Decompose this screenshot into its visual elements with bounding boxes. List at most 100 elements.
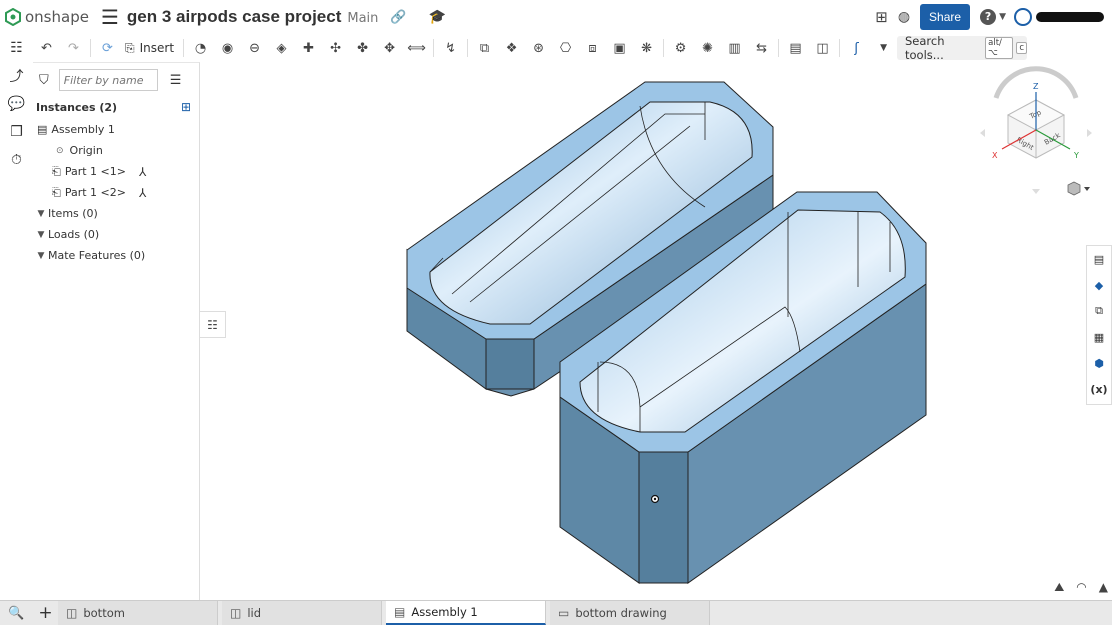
explode-icon[interactable]: ▣ [609, 37, 631, 59]
view-options-icon[interactable] [1067, 181, 1090, 196]
history-icon[interactable]: ⏱ [0, 146, 33, 174]
properties-icon[interactable]: ▤ [1087, 246, 1111, 272]
parts-icon[interactable]: ❒ [0, 118, 33, 146]
add-tab-icon[interactable]: + [33, 603, 58, 623]
tree-label-part2: Part 1 <2> [64, 186, 126, 199]
bom-icon[interactable]: ▤ [785, 37, 807, 59]
animate-icon[interactable]: ⇆ [751, 37, 773, 59]
linear-pattern-icon[interactable]: ⎔ [555, 37, 577, 59]
add-folder-icon[interactable]: ⊞ [181, 100, 191, 114]
measure-icon[interactable]: ▥ [724, 37, 746, 59]
search-tools-input[interactable]: Search tools... alt/⌥ c [897, 34, 1027, 62]
display-states-icon[interactable]: ◫ [812, 37, 834, 59]
filter-icon[interactable]: ⛉ [39, 73, 49, 88]
gear-relation-icon[interactable]: ↯ [440, 37, 462, 59]
axis-y-label: Y [1073, 151, 1079, 160]
mate-connector-icon[interactable]: ⅄ [139, 186, 146, 200]
settings-icon[interactable]: ⚙ [670, 37, 692, 59]
tab-assembly-1[interactable]: ▤ Assembly 1 [386, 601, 546, 625]
tab-lid[interactable]: ◫ lid [222, 601, 382, 625]
tree-row-items[interactable]: ▼ Items (0) [33, 203, 199, 224]
help-icon[interactable]: ? [980, 9, 997, 25]
mate-connector-icon[interactable]: ⅄ [139, 165, 146, 179]
perspective-icon[interactable]: ◠ [1076, 580, 1086, 595]
tangent-mate-icon[interactable]: ⟺ [406, 37, 428, 59]
tree-row-assembly[interactable]: ▤ Assembly 1 [33, 119, 199, 140]
rotate-down-icon[interactable] [1032, 189, 1040, 194]
tree-row-loads[interactable]: ▼ Loads (0) [33, 224, 199, 245]
tab-bottom[interactable]: ◫ bottom [58, 601, 218, 625]
mate-connector-icon[interactable]: ⊛ [528, 37, 550, 59]
group-icon[interactable]: ⧉ [474, 37, 496, 59]
cylindrical-mate-icon[interactable]: ✚ [298, 37, 320, 59]
interference-icon[interactable]: ✺ [697, 37, 719, 59]
tree-row-part1[interactable]: ⎗ Part 1 <1> ⅄ [33, 161, 199, 182]
insert-button[interactable]: ⎘ Insert [125, 41, 174, 56]
ball-mate-icon[interactable]: ✤ [352, 37, 374, 59]
variables-icon[interactable]: (x) [1087, 376, 1111, 402]
replicate-icon[interactable]: ❖ [501, 37, 523, 59]
link-icon[interactable]: 🔗 [390, 10, 406, 25]
circular-pattern-icon[interactable]: ⧈ [582, 37, 604, 59]
search-tabs-icon[interactable]: 🔍 [0, 606, 33, 621]
refresh-icon[interactable]: ⟳ [97, 37, 119, 59]
help-dropdown-icon[interactable]: ▼ [999, 12, 1006, 22]
shortcut-key-alt: alt/⌥ [985, 37, 1014, 59]
onshape-logo-icon [5, 8, 21, 26]
instances-header[interactable]: Instances (2) ⊞ [33, 97, 199, 117]
tab-label: lid [247, 606, 262, 620]
tree-row-mate-features[interactable]: ▼ Mate Features (0) [33, 245, 199, 266]
chevron-down-icon[interactable]: ▼ [34, 209, 48, 219]
filter-input[interactable] [58, 69, 158, 91]
instances-label: Instances (2) [36, 100, 118, 114]
parallel-mate-icon[interactable]: ✥ [379, 37, 401, 59]
user-avatar[interactable] [1014, 8, 1032, 26]
tab-bottom-drawing[interactable]: ▭ bottom drawing [550, 601, 710, 625]
learning-center-icon[interactable]: 🎓 [429, 9, 446, 25]
tree-row-part2[interactable]: ⎗ Part 1 <2> ⅄ [33, 182, 199, 203]
section-view-icon[interactable]: ⛰ [1054, 580, 1064, 595]
features-list-icon[interactable]: ☷ [0, 34, 33, 62]
3d-model-canvas[interactable]: Top Right Back Z X Y [200, 62, 1112, 600]
chevron-down-icon[interactable]: ▼ [34, 230, 48, 240]
main-toolbar: ↶ ↷ ⟳ ⎘ Insert ◔ ◉ ⊖ ◈ ✚ ✣ ✤ ✥ ⟺ ↯ ⧉ ❖ ⊛… [33, 34, 1112, 62]
app-store-icon[interactable]: ⊞ [875, 8, 888, 26]
menu-icon[interactable]: ☰ [101, 5, 119, 29]
graphics-viewport[interactable]: Top Right Back Z X Y [200, 62, 1112, 600]
rotate-right-icon[interactable] [1087, 129, 1092, 137]
shortcut-key-c: c [1016, 42, 1027, 54]
divider [467, 39, 469, 57]
custom-feature-dropdown-icon[interactable]: ▼ [873, 37, 895, 59]
undo-icon[interactable]: ↶ [36, 37, 58, 59]
tree-row-origin[interactable]: ⊙ Origin [33, 140, 199, 161]
slider-mate-icon[interactable]: ⊖ [244, 37, 266, 59]
drawing-icon: ▭ [558, 606, 570, 620]
section-view-icon[interactable]: ❋ [636, 37, 658, 59]
chevron-down-icon[interactable]: ▼ [34, 251, 48, 261]
insert-features-icon[interactable]: ⤴ [0, 62, 33, 90]
view-mode-icon[interactable]: ▲ [1099, 580, 1108, 595]
pin-slot-mate-icon[interactable]: ✣ [325, 37, 347, 59]
render-icon[interactable]: ⬢ [1087, 350, 1111, 376]
share-button[interactable]: Share [920, 4, 971, 30]
tree-label-items: Items (0) [48, 207, 98, 220]
custom-feature-icon[interactable]: ʃ [846, 37, 868, 59]
rotate-left-icon[interactable] [980, 129, 985, 137]
comments-icon[interactable]: 💬 [0, 90, 33, 118]
redo-icon[interactable]: ↷ [63, 37, 85, 59]
notifications-icon[interactable]: ◍ [898, 9, 910, 25]
redacted-username[interactable] [1036, 12, 1104, 22]
appearance-icon[interactable]: ◆ [1087, 272, 1111, 298]
insertable-icon[interactable]: ⧉ [1087, 298, 1111, 324]
named-views-icon[interactable]: ▦ [1087, 324, 1111, 350]
view-cube[interactable]: Top Right Back Z X Y [980, 66, 1092, 194]
document-title[interactable]: gen 3 airpods case project [127, 7, 341, 27]
revolute-mate-icon[interactable]: ◉ [217, 37, 239, 59]
fastened-mate-icon[interactable]: ◔ [190, 37, 212, 59]
onshape-logo[interactable]: onshape [5, 8, 89, 26]
planar-mate-icon[interactable]: ◈ [271, 37, 293, 59]
branch-label[interactable]: Main [347, 11, 378, 26]
list-view-icon[interactable]: ☰ [170, 73, 182, 88]
tree-label-loads: Loads (0) [48, 228, 100, 241]
assembly-feature-panel: ⛉ ☰ Instances (2) ⊞ ▤ Assembly 1 ⊙ Origi… [33, 62, 200, 600]
